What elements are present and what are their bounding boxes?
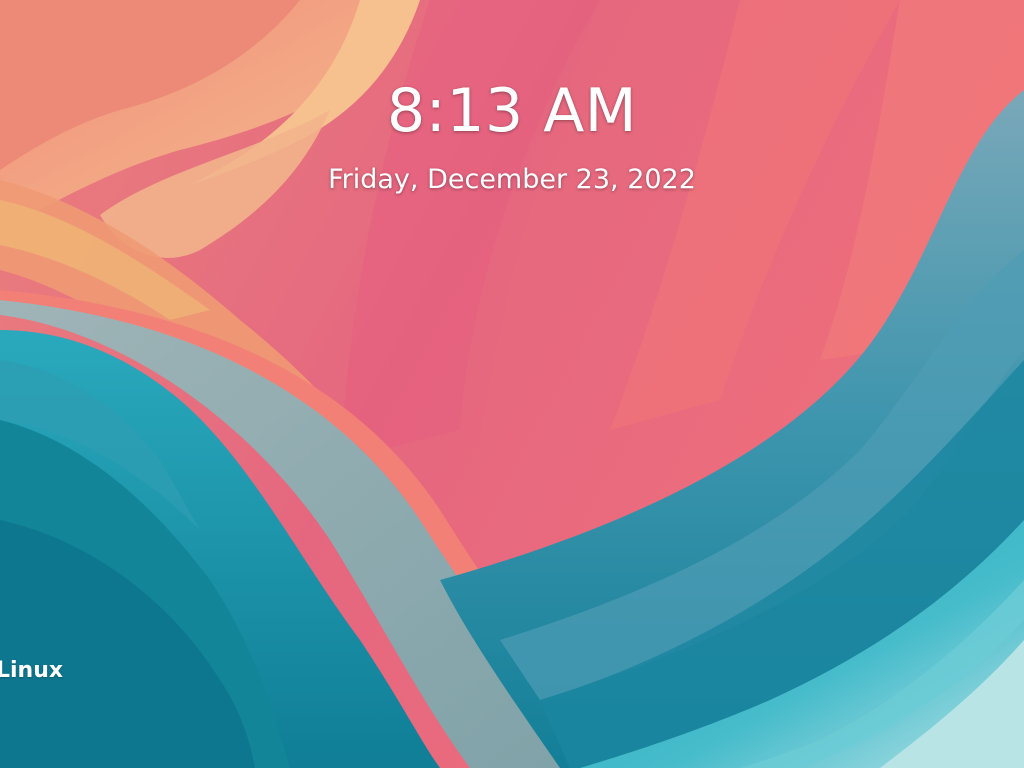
os-brand-label: Linux <box>0 658 64 683</box>
lock-screen-date: Friday, December 23, 2022 <box>328 164 696 195</box>
lock-screen: 8:13 AM Friday, December 23, 2022 Linux <box>0 0 1024 768</box>
lock-screen-time: 8:13 AM <box>386 76 638 146</box>
